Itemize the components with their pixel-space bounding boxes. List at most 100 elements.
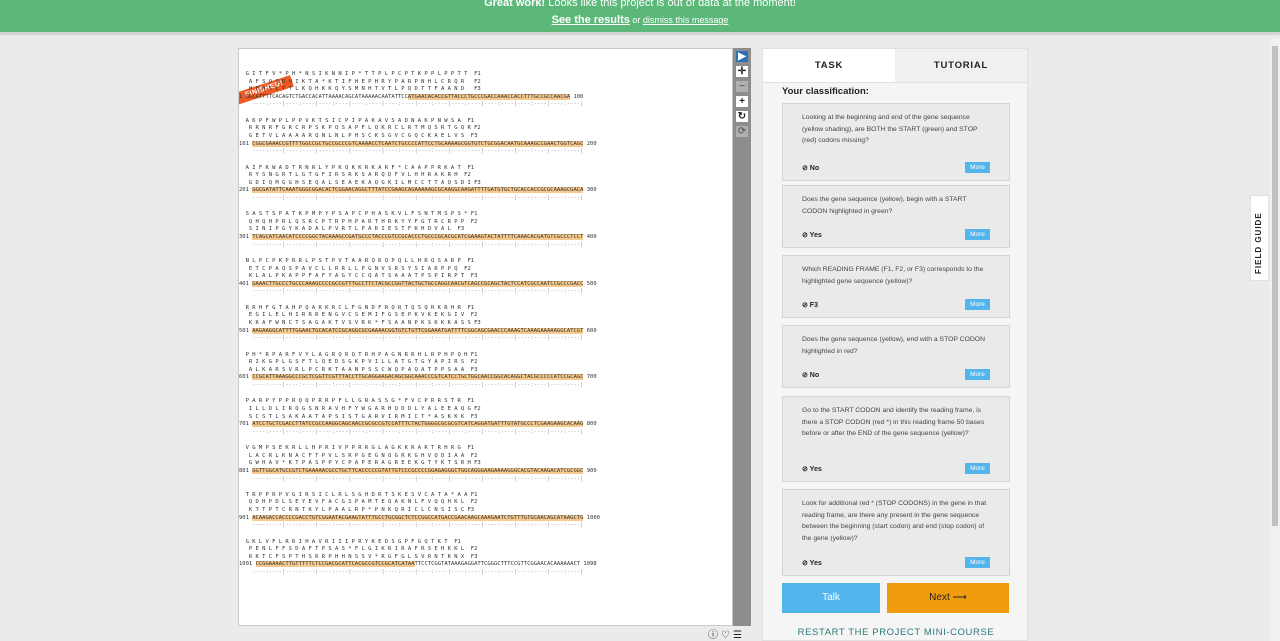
frame-f1-row: R R H F G T A H P Q A R K R C L F G N D …: [239, 304, 475, 311]
dna-plain: 900: [583, 467, 597, 474]
sequence-block: N L P C P K P R R L P S T P V T A A R Q …: [239, 258, 732, 296]
frame-f2-row: A F S Q S D H I K T A * K T I F H E P H …: [239, 78, 481, 85]
frame-f2-row: Q D H P D L S E Y E V F A C G S P A M T …: [239, 499, 478, 506]
dna-row: 501 AAGAAGGCATTTTGGAACTGCACATCCGCAGGCGCG…: [239, 327, 732, 336]
rotate-icon[interactable]: ↻: [735, 110, 749, 123]
frame-f3-row: K T T P T C R N T K Y L P A A L R P * P …: [239, 507, 475, 514]
see-results-link[interactable]: See the results: [552, 14, 630, 26]
dna-plain: 200: [583, 140, 597, 147]
talk-button[interactable]: Talk: [782, 583, 880, 613]
header-divider: [0, 32, 1280, 35]
classification-heading: Your classification:: [782, 86, 869, 97]
frame-f1-row: A K P F W P L P P V K T S I C P I P A K …: [239, 117, 475, 124]
dna-gene-highlight: ATCCTGCTCGACCTTATCCGCCAAGGCAGCAACCGCGCCG…: [252, 421, 584, 428]
sequence-block: P A R P Y P P R Q Q P R R P F L L G R A …: [239, 398, 732, 436]
question-card: Looking at the beginning and end of the …: [782, 103, 1010, 181]
dismiss-message-link[interactable]: dismiss this message: [643, 15, 729, 25]
dna-row: 1001 CCGGAAAACTTGTTTTTCTCCGACGCATTCACGCC…: [239, 561, 732, 569]
more-button[interactable]: More: [965, 299, 990, 310]
frame-f2-row: E G I L E L H I R R R E N G V C S E M I …: [239, 312, 478, 319]
dna-row: 701 ATCCTGCTCGACCTTATCCGCCAAGGCAGCAACCGC…: [239, 421, 732, 429]
more-button[interactable]: More: [965, 369, 990, 380]
frame-f3-row: G E T V L A A A A R Q N L N L P H S C K …: [239, 132, 478, 139]
dna-plain: 1000: [583, 514, 600, 521]
question-text: Go to the START CODON and identify the r…: [802, 407, 985, 437]
question-card: Which READING FRAME (F1, F2, or F3) corr…: [782, 255, 1010, 318]
more-button[interactable]: More: [965, 463, 990, 474]
dna-plain: 800: [583, 421, 597, 428]
page-scrollbar[interactable]: [1270, 38, 1280, 641]
frame-f1-row: P H * R P A R F V Y L A G R Q R Q T R H …: [239, 351, 478, 358]
tab-tutorial[interactable]: TUTORIAL: [895, 49, 1027, 82]
dna-row: 301 TCAGCATCAACATCCCCGGCTACAAAGCCGATGCCC…: [239, 234, 732, 242]
ruler-row: ----:----|----:----|----:----|----:----|…: [239, 522, 584, 529]
info-icon[interactable]: ⓘ: [708, 630, 718, 641]
ruler-row: ----:----|----:----|----:----|----:----|…: [239, 241, 584, 248]
answer-label: ⊘ No: [802, 165, 820, 172]
dna-plain: 1 GGCATTTTCACAGTCTGACCACATTAAAACAGCATAAA…: [239, 93, 408, 100]
zoom-out-icon[interactable]: −: [735, 80, 749, 93]
frame-f1-row: A I F K W A D T R N R L Y P K Q K K R K …: [239, 164, 475, 171]
dna-plain: 1001: [239, 561, 256, 568]
more-button[interactable]: More: [965, 162, 990, 173]
zoom-in-icon[interactable]: +: [735, 95, 749, 108]
dna-plain: 400: [583, 234, 597, 241]
dna-row: 1 GGCATTTTCACAGTCTGACCACATTAAAACAGCATAAA…: [239, 93, 732, 102]
banner-message: Great work! Looks like this project is o…: [0, 0, 1280, 10]
subject-viewer[interactable]: FINISHED! G I T F V * P H * N S I K N N …: [238, 48, 733, 626]
dna-row: 101 CGGCGAAACCGTTTTGGCCGCTGCCGCCCGTCAAAA…: [239, 140, 732, 149]
frame-f3-row: G W H A V * K T P A S P P Y C P A P E R …: [239, 460, 481, 467]
dna-gene-highlight: GAAACTTGCCCTGCCCAAAGCCCCGCCGTTTGCCTTCTAC…: [252, 280, 584, 287]
sequence-block: A K P F W P L P P V K T S I C P I P A K …: [239, 117, 732, 156]
more-button[interactable]: More: [965, 229, 990, 240]
ruler-row: ----:----|----:----|----:----|----:----|…: [239, 194, 584, 201]
list-icon[interactable]: ☰: [733, 630, 742, 641]
ruler-row: ----:----|----:----|----:----|----:----|…: [239, 101, 584, 108]
question-text: Looking at the beginning and end of the …: [802, 114, 978, 144]
ruler-row: ----:----|----:----|----:----|----:----|…: [239, 381, 584, 388]
dna-plain: 101: [239, 140, 253, 147]
next-button[interactable]: Next ⟶: [887, 583, 1009, 613]
ruler-row: ----:----|----:----|----:----|----:----|…: [239, 475, 584, 482]
answer-label: ⊘ Yes: [802, 232, 822, 239]
dna-plain: 801: [239, 467, 253, 474]
tab-task[interactable]: TASK: [763, 49, 895, 82]
heart-icon[interactable]: ♡: [721, 630, 730, 641]
ruler-row: ----:----|----:----|----:----|----:----|…: [239, 148, 584, 155]
frame-f1-row: S A S T S P A T K P M P Y P S A P C P H …: [239, 211, 478, 218]
dna-plain: 100: [570, 93, 584, 100]
move-icon[interactable]: ✛: [735, 65, 749, 78]
completion-banner: Great work! Looks like this project is o…: [0, 0, 1280, 32]
frame-f3-row: A L K A R S V R L P C R K T A A N P S S …: [239, 366, 478, 373]
sequence-block: R R H F G T A H P Q A R K R C L F G N D …: [239, 304, 732, 343]
frame-f2-row: R R N R F G R C R P S K P Q S A P F L Q …: [239, 125, 481, 132]
dna-plain: 401: [239, 280, 253, 287]
dna-plain: 701: [239, 421, 253, 428]
frame-f2-row: R Y S N G R T L G T G F I R S R K S A R …: [239, 172, 471, 179]
banner-or: or: [629, 15, 643, 25]
field-guide-label: FIELD GUIDE: [1254, 212, 1263, 274]
ruler-row: ----:----|----:----|----:----|----:----|…: [239, 288, 584, 295]
sequence-block: A I F K W A D T R N R L Y P K Q K K R K …: [239, 164, 732, 203]
dna-plain: TTCCTCGGTATAAAGAGGATTCGGGCTTTCCGTTCGGAAC…: [414, 561, 597, 568]
answer-label: ⊘ No: [802, 372, 820, 379]
restart-mini-course-link[interactable]: RESTART THE PROJECT MINI-COURSE: [763, 627, 1029, 638]
dna-plain: 301: [239, 234, 253, 241]
field-guide-tab[interactable]: FIELD GUIDE: [1250, 195, 1269, 281]
sequence-block: S A S T S P A T K P M P Y P S A P C P H …: [239, 211, 732, 249]
dna-gene-highlight: CGGCGAAACCGTTTTGGCCGCTGCCGCCCGTCAAAACCTC…: [252, 140, 584, 147]
answer-label: ⊘ F3: [802, 302, 818, 309]
dna-gene-highlight: ATGAACACACCGTTACCCTGCCCGACCAAACCACCTTTGC…: [407, 93, 571, 100]
frame-f3-row: K K A F W N C T S A G A K T V S V R K * …: [239, 320, 481, 327]
frame-f2-row: L A C R L K N A C F T P V L S R P G E G …: [239, 452, 478, 459]
dna-gene-highlight: TCAGCATCAACATCCCCGGCTACAAAGCCGATGCCCTACC…: [252, 234, 584, 241]
more-button[interactable]: More: [965, 557, 990, 568]
question-text: Does the gene sequence (yellow), end wit…: [802, 336, 985, 355]
pointer-icon[interactable]: ▶: [735, 50, 749, 63]
reset-icon[interactable]: ⟳: [735, 125, 749, 138]
dna-plain: 300: [583, 187, 597, 194]
question-card: Does the gene sequence (yellow), end wit…: [782, 325, 1010, 388]
dna-gene-highlight: GGCGATATTCAAATGGGCGGACACTCGGAACAGGCTTTAT…: [252, 187, 584, 194]
dna-plain: 600: [583, 327, 597, 334]
page-scrollbar-thumb[interactable]: [1272, 46, 1278, 526]
